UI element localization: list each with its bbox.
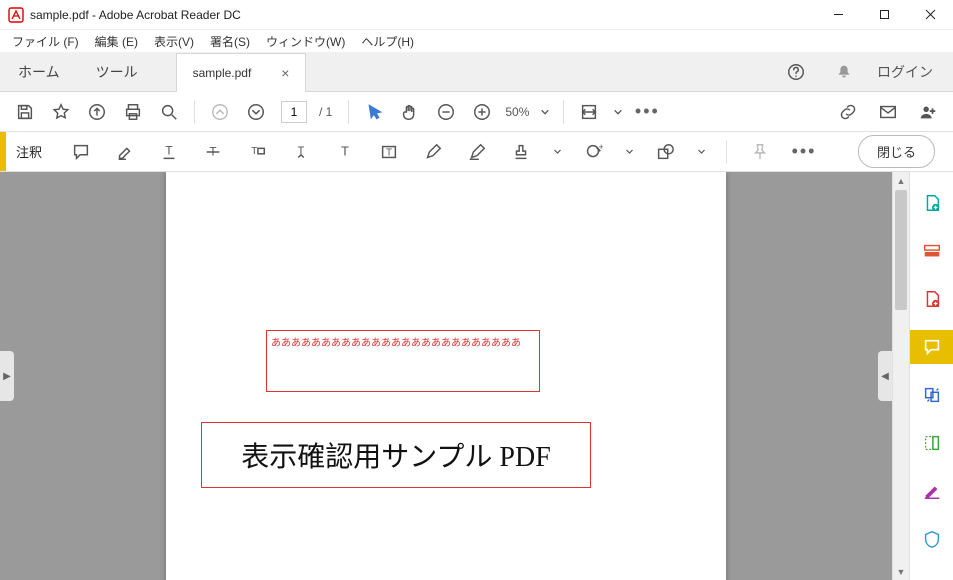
create-pdf-icon[interactable]	[910, 186, 953, 220]
attach-icon[interactable]: +	[578, 137, 608, 167]
left-panel-toggle[interactable]: ▶	[0, 351, 14, 401]
window-controls	[815, 0, 953, 30]
highlight-icon[interactable]	[110, 137, 140, 167]
zoom-in-icon[interactable]	[467, 97, 497, 127]
fit-width-icon[interactable]	[574, 97, 604, 127]
zoom-level-label[interactable]: 50%	[505, 105, 529, 119]
page-down-icon[interactable]	[241, 97, 271, 127]
hand-tool-icon[interactable]	[395, 97, 425, 127]
combine-files-icon[interactable]	[910, 234, 953, 268]
menu-help[interactable]: ヘルプ(H)	[353, 31, 422, 52]
main-toolbar: / 1 50% •••	[0, 92, 953, 132]
organize-pages-icon[interactable]	[910, 378, 953, 412]
upload-icon[interactable]	[82, 97, 112, 127]
sticky-note-icon[interactable]	[66, 137, 96, 167]
protect-icon[interactable]	[910, 522, 953, 556]
page-up-icon[interactable]	[205, 97, 235, 127]
email-icon[interactable]	[873, 97, 903, 127]
tab-document-label: sample.pdf	[193, 66, 252, 80]
strikethrough-icon[interactable]: T	[198, 137, 228, 167]
zoom-out-icon[interactable]	[431, 97, 461, 127]
drawing-tools-icon[interactable]	[650, 137, 680, 167]
scroll-thumb[interactable]	[895, 190, 907, 310]
annotation-text-content: あああああああああああああああああああああああああ	[271, 338, 521, 349]
stamp-icon[interactable]	[506, 137, 536, 167]
workspace: ▶ あああああああああああああああああああああああああ 表示確認用サンプル PD…	[0, 172, 953, 580]
drawing-dropdown-icon[interactable]	[694, 137, 708, 167]
title-bar: sample.pdf - Adobe Acrobat Reader DC	[0, 0, 953, 30]
edit-pdf-icon[interactable]	[910, 282, 953, 316]
comment-icon[interactable]	[910, 330, 953, 364]
svg-text:T: T	[251, 145, 257, 156]
fit-dropdown-icon[interactable]	[610, 97, 626, 127]
menu-file[interactable]: ファイル (F)	[4, 31, 87, 52]
tab-close-icon[interactable]: ×	[281, 65, 289, 81]
page-total-label: / 1	[319, 105, 332, 119]
stamp-dropdown-icon[interactable]	[550, 137, 564, 167]
pdf-page: あああああああああああああああああああああああああ 表示確認用サンプル PDF	[166, 172, 726, 580]
star-icon[interactable]	[46, 97, 76, 127]
annotation-toolbar: 注釈 T T T T T T + ••• 閉じる	[0, 132, 953, 172]
svg-text:T: T	[341, 143, 349, 158]
document-heading-box: 表示確認用サンプル PDF	[201, 422, 591, 488]
replace-text-icon[interactable]: T	[242, 137, 272, 167]
document-area[interactable]: ▶ あああああああああああああああああああああああああ 表示確認用サンプル PD…	[0, 172, 892, 580]
tools-side-panel	[909, 172, 953, 580]
save-icon[interactable]	[10, 97, 40, 127]
svg-text:+: +	[598, 142, 603, 152]
menu-edit[interactable]: 編集 (E)	[87, 31, 146, 52]
fill-sign-icon[interactable]	[910, 474, 953, 508]
share-person-icon[interactable]	[913, 97, 943, 127]
menu-window[interactable]: ウィンドウ(W)	[258, 31, 353, 52]
document-heading: 表示確認用サンプル PDF	[241, 435, 551, 475]
annotation-label: 注釈	[6, 132, 52, 171]
scroll-down-icon[interactable]: ▼	[893, 563, 909, 580]
close-window-button[interactable]	[907, 0, 953, 30]
tab-document[interactable]: sample.pdf ×	[176, 53, 307, 92]
tab-home[interactable]: ホーム	[0, 52, 78, 91]
scroll-up-icon[interactable]: ▲	[893, 172, 909, 189]
svg-text:T: T	[386, 147, 392, 158]
right-panel-toggle[interactable]: ◀	[878, 351, 892, 401]
bell-icon[interactable]	[829, 57, 859, 87]
tab-tools[interactable]: ツール	[78, 52, 156, 91]
annotation-textbox[interactable]: あああああああああああああああああああああああああ	[266, 330, 540, 392]
attach-dropdown-icon[interactable]	[622, 137, 636, 167]
menu-view[interactable]: 表示(V)	[146, 31, 202, 52]
menu-sign[interactable]: 署名(S)	[202, 31, 258, 52]
minimize-button[interactable]	[815, 0, 861, 30]
close-annotation-button[interactable]: 閉じる	[858, 135, 935, 168]
window-title: sample.pdf - Adobe Acrobat Reader DC	[30, 8, 241, 22]
app-icon	[8, 7, 24, 23]
more-tools-icon[interactable]: •••	[632, 97, 662, 127]
pencil-icon[interactable]	[418, 137, 448, 167]
insert-text-icon[interactable]: T	[286, 137, 316, 167]
more-annotation-icon[interactable]: •••	[789, 137, 819, 167]
menu-bar: ファイル (F) 編集 (E) 表示(V) 署名(S) ウィンドウ(W) ヘルプ…	[0, 30, 953, 52]
print-icon[interactable]	[118, 97, 148, 127]
login-button[interactable]: ログイン	[877, 62, 933, 82]
search-icon[interactable]	[154, 97, 184, 127]
maximize-button[interactable]	[861, 0, 907, 30]
pin-icon[interactable]	[745, 137, 775, 167]
select-tool-icon[interactable]	[359, 97, 389, 127]
help-icon[interactable]	[781, 57, 811, 87]
redact-icon[interactable]	[910, 426, 953, 460]
add-text-icon[interactable]: T	[330, 137, 360, 167]
vertical-scrollbar[interactable]: ▲ ▼	[892, 172, 909, 580]
share-link-icon[interactable]	[833, 97, 863, 127]
eraser-icon[interactable]	[462, 137, 492, 167]
page-number-input[interactable]	[281, 101, 307, 123]
svg-text:T: T	[165, 143, 172, 157]
zoom-dropdown-icon[interactable]	[537, 97, 553, 127]
underline-text-icon[interactable]: T	[154, 137, 184, 167]
text-box-icon[interactable]: T	[374, 137, 404, 167]
tab-bar: ホーム ツール sample.pdf × ログイン	[0, 52, 953, 92]
